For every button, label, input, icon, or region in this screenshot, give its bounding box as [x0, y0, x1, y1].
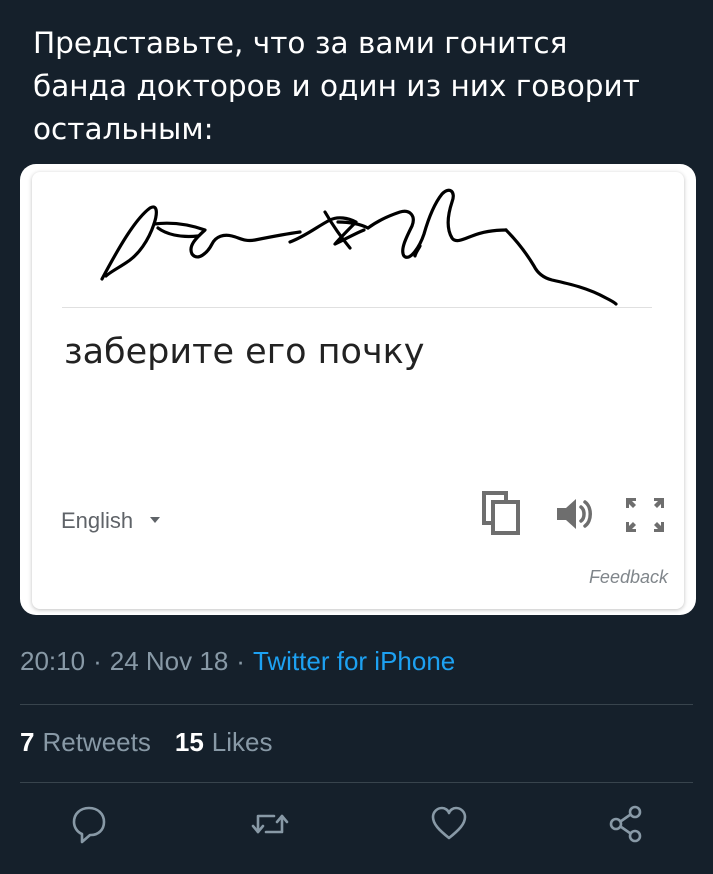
- tweet-text-line: остальным:: [33, 112, 214, 146]
- tweet-text: Представьте, что за вами гонится банда д…: [33, 22, 683, 151]
- tweet-text-line: банда докторов и один из них говорит: [33, 69, 640, 103]
- tweet-date: 24 Nov 18: [109, 646, 229, 676]
- language-select-label: English: [61, 508, 134, 533]
- likes-stat[interactable]: 15 Likes: [175, 727, 273, 758]
- tweet-text-line: Представьте, что за вами гонится: [33, 26, 568, 60]
- share-icon[interactable]: [606, 802, 646, 846]
- language-select[interactable]: English: [61, 508, 161, 534]
- copy-icon[interactable]: [482, 491, 522, 535]
- retweet-icon[interactable]: [248, 802, 292, 846]
- tweet-actions: [0, 802, 713, 848]
- separator: ·: [236, 646, 245, 676]
- divider: [62, 307, 652, 308]
- feedback-link[interactable]: Feedback: [589, 567, 668, 588]
- likes-count: 15: [174, 727, 204, 757]
- handwriting-scribble: [100, 188, 618, 306]
- fullscreen-icon[interactable]: [624, 496, 666, 534]
- like-icon[interactable]: [429, 802, 469, 846]
- likes-label: Likes: [211, 727, 273, 757]
- retweets-stat[interactable]: 7 Retweets: [20, 727, 151, 758]
- translation-output: заберите его почку: [64, 332, 425, 372]
- divider: [20, 782, 693, 783]
- tweet-source-link[interactable]: Twitter for iPhone: [253, 646, 455, 677]
- tweet-time: 20:10: [20, 646, 86, 676]
- retweets-count: 7: [20, 727, 35, 757]
- divider: [20, 704, 693, 705]
- tweet-stats: 7 Retweets 15 Likes: [20, 727, 296, 758]
- tweet-image-translate-card[interactable]: заберите его почку English Feedback: [20, 164, 696, 615]
- tweet-meta: 20:10 · 24 Nov 18 · Twitter for iPhone: [20, 646, 455, 677]
- separator: ·: [93, 646, 102, 676]
- chevron-down-icon: [150, 517, 161, 523]
- speaker-icon[interactable]: [554, 496, 596, 532]
- retweets-label: Retweets: [42, 727, 151, 757]
- reply-icon[interactable]: [70, 802, 108, 846]
